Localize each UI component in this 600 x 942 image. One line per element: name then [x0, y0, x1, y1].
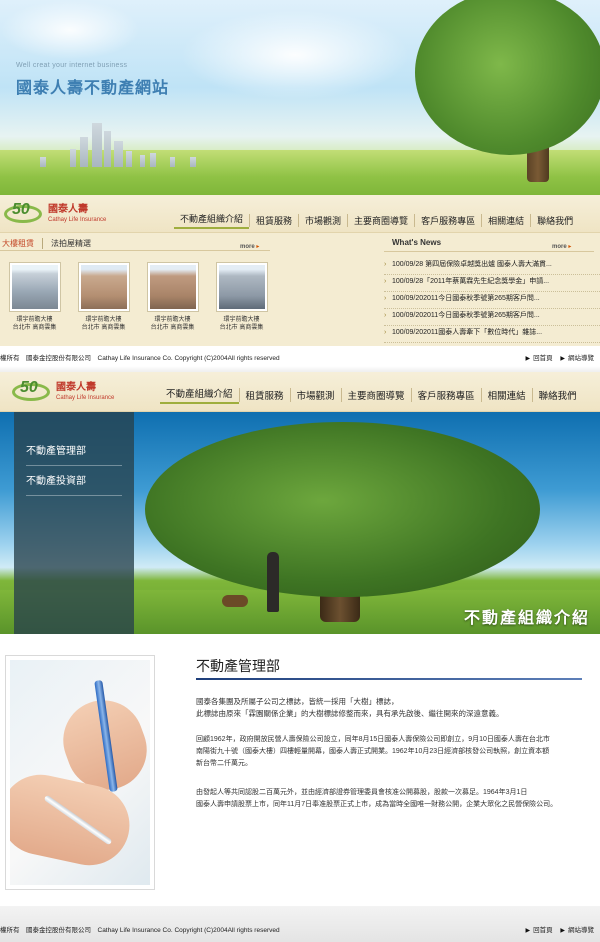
footer: 權所有 國泰金控股份有限公司 Cathay Life Insurance Co.…: [0, 920, 600, 936]
arrow-icon: ▶: [560, 928, 565, 934]
copyright: 權所有 國泰金控股份有限公司 Cathay Life Insurance Co.…: [0, 927, 280, 934]
nav-item-links[interactable]: 相關連結: [480, 388, 532, 402]
news-more-button[interactable]: more ▸: [552, 243, 571, 250]
history-paragraph: 回顧1962年，政府開放民營人壽保險公司設立，同年8月15日國泰人壽保險公司即創…: [196, 736, 550, 767]
nav-item-links[interactable]: 相關連結: [481, 214, 530, 227]
nav-item-leasing[interactable]: 租賃服務: [249, 214, 298, 227]
nav-item-service[interactable]: 客戶服務專區: [410, 388, 481, 402]
property-card[interactable]: 環宇前瞻大樓 台北市 高商雲集: [0, 262, 69, 332]
divider: [384, 251, 594, 252]
nav-menu: 不動產組織介紹 租賃服務 市場觀測 主要商圈導覽 客戶服務專區 相關連結 聯絡我…: [174, 212, 579, 229]
home-link[interactable]: 回首頁: [533, 927, 553, 934]
nav-item-market[interactable]: 市場觀測: [289, 388, 341, 402]
arrow-icon: ▶: [525, 356, 531, 362]
footer: 權所有 國泰金控股份有限公司 Cathay Life Insurance Co.…: [0, 348, 600, 364]
news-item[interactable]: 100/09/28 第四屆保險卓越獎出爐 國泰人壽大滿貫...: [384, 258, 600, 275]
news-item[interactable]: 100/09/202011國泰人壽牽下「數位時代」雜誌...: [384, 326, 600, 343]
property-card[interactable]: 環宇前瞻大樓 台北市 高商雲集: [69, 262, 138, 332]
logo-50-icon: 50: [4, 201, 42, 227]
tree-canopy: [145, 422, 540, 597]
nav-item-districts[interactable]: 主要商圈導覽: [340, 388, 411, 402]
nav-item-service[interactable]: 客戶服務專區: [414, 214, 481, 227]
property-card[interactable]: 環宇前瞻大樓 台北市 高商雲集: [207, 262, 276, 332]
section-photo: [5, 655, 155, 890]
brand-name-en: Cathay Life Insurance: [56, 395, 115, 401]
arrow-icon: ▶: [525, 928, 531, 934]
side-menu: 不動產管理部 不動產投資部: [14, 412, 134, 634]
section-title: 不動產管理部: [196, 658, 280, 674]
nav-item-market[interactable]: 市場觀測: [298, 214, 347, 227]
organization-banner: 不動產管理部 不動產投資部 不動產組織介紹: [0, 412, 600, 634]
main-nav: 50 國泰人壽 Cathay Life Insurance 不動產組織介紹 租賃…: [0, 372, 600, 412]
nav-item-districts[interactable]: 主要商圈導覽: [347, 214, 414, 227]
tab-building-lease[interactable]: 大樓租賃: [0, 238, 42, 249]
tree-canopy: [415, 0, 600, 155]
title-underline: [196, 678, 582, 680]
dog-silhouette: [222, 595, 248, 607]
intro-paragraph: 國泰各集團及所屬子公司之標誌，皆統一採用「大樹」標誌， 此標誌由原來「霖園關係企…: [196, 697, 504, 718]
property-photo: [215, 262, 268, 312]
news-item[interactable]: 100/09/202011今日國泰秋季號第265期客戶問...: [384, 292, 600, 309]
copyright: 權所有 國泰金控股份有限公司 Cathay Life Insurance Co.…: [0, 355, 280, 362]
sitemap-link[interactable]: 網站導覽: [568, 927, 594, 934]
brand-name-zh: 國泰人壽: [56, 382, 96, 393]
nav-item-contact[interactable]: 聯絡我們: [530, 214, 579, 227]
brand-logo[interactable]: 50 國泰人壽 Cathay Life Insurance: [12, 379, 114, 405]
brand-name-zh: 國泰人壽: [48, 204, 88, 215]
news-list: 100/09/28 第四屆保險卓越獎出爐 國泰人壽大滿貫... 100/09/2…: [384, 258, 600, 343]
arrow-icon: ▶: [560, 356, 565, 362]
property-card[interactable]: 環宇前瞻大樓 台北市 高商雲集: [138, 262, 207, 332]
property-photo: [146, 262, 199, 312]
listing-more-button[interactable]: more ▸: [240, 243, 259, 250]
banner-caption: 不動產組織介紹: [463, 610, 590, 627]
nav-menu: 不動產組織介紹 租賃服務 市場觀測 主要商圈導覽 客戶服務專區 相關連結 聯絡我…: [160, 386, 583, 404]
side-item-management[interactable]: 不動產管理部: [26, 442, 122, 466]
site-title: 國泰人壽不動產網站: [16, 80, 170, 97]
property-photo: [77, 262, 130, 312]
sitemap-link[interactable]: 網站導覽: [568, 355, 594, 362]
home-link[interactable]: 回首頁: [533, 355, 553, 362]
brand-logo[interactable]: 50 國泰人壽 Cathay Life Insurance: [4, 201, 106, 227]
property-list: 環宇前瞻大樓 台北市 高商雲集 環宇前瞻大樓 台北市 高商雲集 環宇前瞻大樓 台…: [0, 262, 276, 332]
arrow-icon: ▸: [568, 244, 572, 250]
news-title: What's News: [392, 238, 442, 247]
cloud: [0, 0, 140, 60]
cloud: [180, 10, 410, 100]
main-nav: 50 國泰人壽 Cathay Life Insurance 不動產組織介紹 租賃…: [0, 195, 600, 233]
nav-item-organization[interactable]: 不動產組織介紹: [174, 212, 250, 229]
nav-item-contact[interactable]: 聯絡我們: [531, 388, 583, 402]
person-silhouette: [267, 552, 279, 612]
hero-tagline: Well creat your internet business: [16, 62, 128, 69]
news-item[interactable]: 100/09/28「2011年蔡萬霖先生紀念獎學金」申請...: [384, 275, 600, 292]
nav-item-organization[interactable]: 不動產組織介紹: [160, 386, 239, 404]
listing-paragraph: 由發起人等共同認股二百萬元外，並由經濟部證券管理委員會核准公開募股，股款一次募足…: [196, 789, 558, 808]
tab-foreclosure[interactable]: 法拍屋精選: [42, 238, 99, 249]
city-skyline: [30, 119, 250, 167]
side-item-investment[interactable]: 不動產投資部: [26, 472, 122, 496]
listing-tabs: 大樓租賃 法拍屋精選: [0, 238, 99, 249]
property-photo: [8, 262, 61, 312]
logo-50-icon: 50: [12, 379, 50, 405]
divider: [0, 250, 270, 251]
news-item[interactable]: 100/09/202011今日國泰秋季號第265期客戶問...: [384, 309, 600, 326]
brand-name-en: Cathay Life Insurance: [48, 217, 107, 223]
hero-banner: Well creat your internet business 國泰人壽不動…: [0, 0, 600, 195]
nav-item-leasing[interactable]: 租賃服務: [238, 388, 290, 402]
